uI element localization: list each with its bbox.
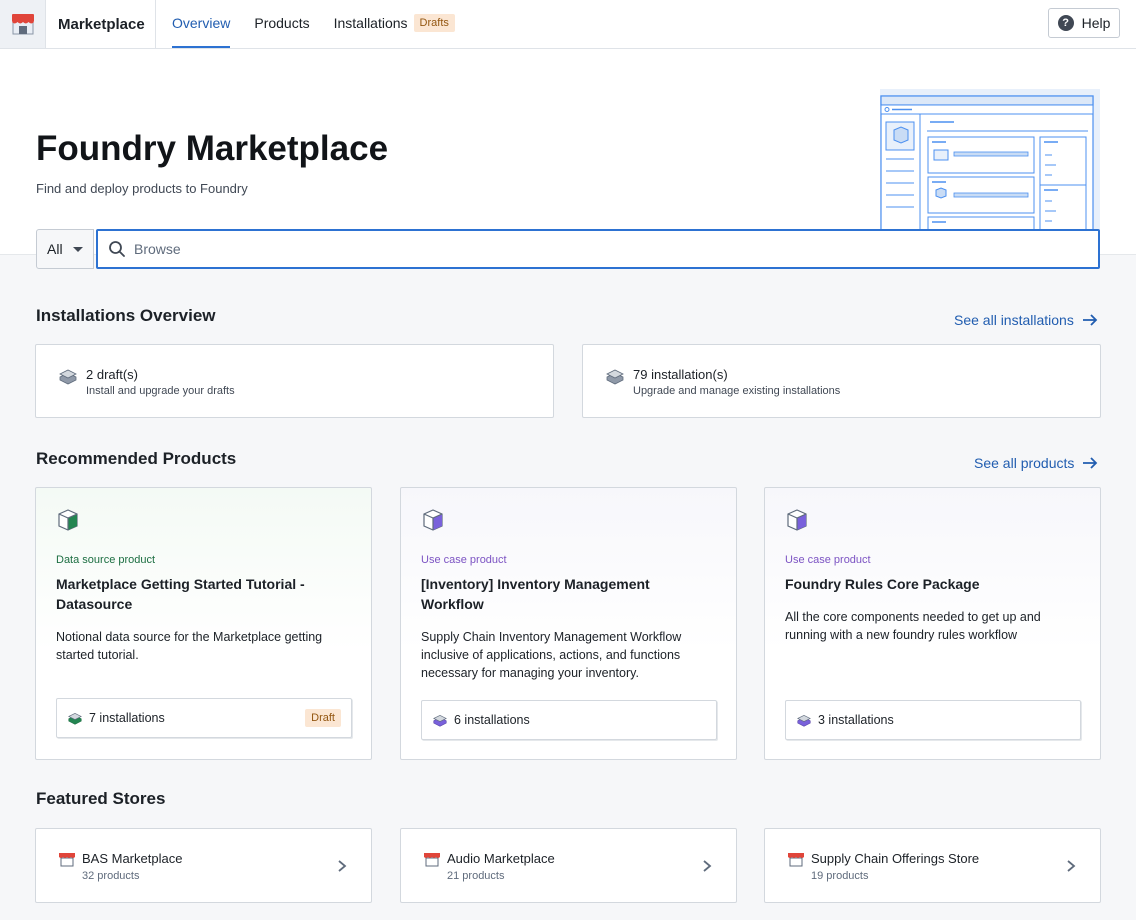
store-product-count: 19 products: [811, 870, 869, 882]
page-title: Foundry Marketplace: [36, 129, 389, 168]
search-box[interactable]: [96, 229, 1100, 269]
drafts-count: 2 draft(s): [86, 367, 139, 382]
store-awning-icon: [59, 853, 75, 867]
caret-down-icon: [72, 246, 83, 252]
product-description: Notional data source for the Marketplace…: [56, 630, 323, 662]
cube-icon: [423, 509, 443, 531]
store-icon: [11, 14, 34, 35]
tab-products[interactable]: Products: [254, 0, 309, 48]
help-button[interactable]: ? Help: [1048, 8, 1120, 38]
product-description: All the core components needed to get up…: [785, 610, 1041, 642]
installations-overview-title: Installations Overview: [36, 306, 216, 325]
search-icon: [109, 241, 125, 257]
store-product-count: 21 products: [447, 870, 505, 882]
product-type: Data source product: [56, 554, 156, 566]
product-installations[interactable]: 7 installations Draft: [56, 698, 352, 738]
store-card-audio[interactable]: Audio Marketplace 21 products: [400, 828, 737, 903]
hero: Foundry Marketplace Find and deploy prod…: [0, 49, 1136, 255]
featured-stores-title: Featured Stores: [36, 789, 166, 808]
installations-count: 6 installations: [454, 713, 530, 727]
product-type: Use case product: [785, 554, 871, 566]
product-card-foundry-rules[interactable]: Use case product Foundry Rules Core Pack…: [764, 487, 1101, 760]
recommended-products-title: Recommended Products: [36, 449, 237, 468]
product-type: Use case product: [421, 554, 507, 566]
arrow-right-icon: [1083, 457, 1098, 469]
product-card-inventory[interactable]: Use case product [Inventory] Inventory M…: [400, 487, 737, 760]
store-name: BAS Marketplace: [82, 851, 183, 866]
chevron-right-icon: [703, 860, 712, 872]
install-stack-icon: [797, 714, 811, 727]
store-awning-icon: [788, 853, 804, 867]
installations-count: 3 installations: [818, 713, 894, 727]
see-all-products-link[interactable]: See all products: [974, 455, 1098, 471]
store-product-count: 32 products: [82, 870, 140, 882]
product-installations[interactable]: 3 installations: [785, 700, 1081, 740]
see-all-products-label: See all products: [974, 455, 1075, 471]
installations-description: Upgrade and manage existing installation…: [633, 385, 841, 397]
scope-select[interactable]: All: [36, 229, 94, 269]
tab-installations-label: Installations: [333, 15, 408, 31]
store-card-supply-chain[interactable]: Supply Chain Offerings Store 19 products: [764, 828, 1101, 903]
tab-overview[interactable]: Overview: [172, 0, 231, 48]
store-name: Supply Chain Offerings Store: [811, 851, 980, 866]
tab-products-label: Products: [254, 15, 310, 31]
chevron-right-icon: [1067, 860, 1076, 872]
installations-count: 79 installation(s): [633, 367, 728, 382]
app-name[interactable]: Marketplace: [46, 0, 156, 48]
drafts-badge: Drafts: [413, 14, 455, 32]
drafts-description: Install and upgrade your drafts: [86, 385, 235, 397]
cube-icon: [58, 509, 78, 531]
product-name: Marketplace Getting Started Tutorial - D…: [56, 576, 305, 612]
tab-installations[interactable]: Installations Drafts: [334, 0, 455, 48]
installations-overview-card[interactable]: 79 installation(s) Upgrade and manage ex…: [582, 344, 1101, 418]
chevron-right-icon: [338, 860, 347, 872]
scope-value: All: [47, 241, 63, 257]
draft-badge: Draft: [305, 709, 341, 727]
product-name: Foundry Rules Core Package: [785, 576, 980, 592]
see-all-installations-link[interactable]: See all installations: [954, 312, 1098, 328]
search-input[interactable]: [134, 241, 1034, 257]
product-description: Supply Chain Inventory Management Workfl…: [421, 630, 682, 680]
tab-overview-label: Overview: [172, 15, 231, 31]
installations-count: 7 installations: [89, 711, 165, 725]
app-logo[interactable]: [0, 0, 46, 48]
top-nav: Marketplace Overview Products Installati…: [0, 0, 1136, 49]
install-stack-icon: [606, 369, 624, 385]
product-installations[interactable]: 6 installations: [421, 700, 717, 740]
store-card-bas[interactable]: BAS Marketplace 32 products: [35, 828, 372, 903]
cube-icon: [787, 509, 807, 531]
help-label: Help: [1081, 15, 1111, 31]
nav-tabs: Overview Products Installations Drafts: [172, 0, 479, 48]
see-all-installations-label: See all installations: [954, 312, 1074, 328]
store-awning-icon: [424, 853, 440, 867]
drafts-overview-card[interactable]: 2 draft(s) Install and upgrade your draf…: [35, 344, 554, 418]
install-stack-icon: [68, 712, 82, 725]
install-stack-icon: [59, 369, 77, 385]
arrow-right-icon: [1082, 314, 1098, 326]
product-name: [Inventory] Inventory Management Workflo…: [421, 576, 650, 612]
product-card-datasource[interactable]: Data source product Marketplace Getting …: [35, 487, 372, 760]
store-name: Audio Marketplace: [447, 851, 555, 866]
page-subtitle: Find and deploy products to Foundry: [36, 181, 248, 196]
install-stack-icon: [433, 714, 447, 727]
help-icon: ?: [1057, 15, 1074, 31]
